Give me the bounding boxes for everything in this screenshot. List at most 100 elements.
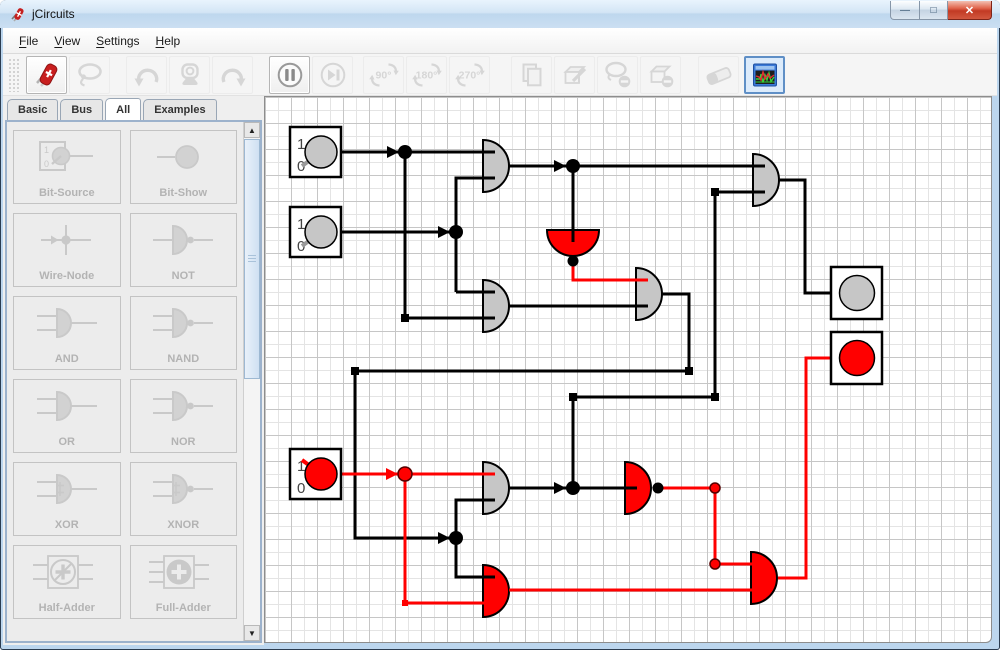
wire-node[interactable] [711, 393, 719, 401]
wire-node[interactable] [685, 367, 693, 375]
palette-item-nor[interactable]: NOR [130, 379, 238, 453]
scrollbar-thumb[interactable] [244, 139, 260, 379]
palette-item-half-adder[interactable]: Half-Adder [13, 545, 121, 619]
nand-icon [143, 301, 223, 345]
palette-item-label: Bit-Show [131, 187, 237, 199]
wire-arrow [387, 146, 399, 158]
oscilloscope-button[interactable] [744, 56, 785, 94]
eraser-button[interactable] [698, 56, 739, 94]
menu-settings[interactable]: Settings [88, 30, 147, 52]
bit-source-icon: 1 0 [27, 135, 107, 179]
camera-button[interactable] [169, 56, 210, 94]
wire-node[interactable] [711, 188, 719, 196]
svg-text:0: 0 [44, 159, 49, 169]
wire-node[interactable] [566, 481, 580, 495]
rotate-90-button[interactable]: 90° [363, 56, 404, 94]
tab-basic[interactable]: Basic [7, 99, 58, 121]
lasso-button[interactable] [69, 56, 110, 94]
palette-item-bit-source[interactable]: 1 0 Bit-Source [13, 130, 121, 204]
component-edit-button[interactable] [554, 56, 595, 94]
sidebar-tabs: BasicBusAllExamples [7, 98, 219, 120]
menu-file[interactable]: File [11, 30, 46, 52]
circuit-canvas[interactable]: 10 10 10 [264, 96, 992, 643]
lasso-remove-button[interactable] [597, 56, 638, 94]
or-icon [27, 384, 107, 428]
titlebar[interactable]: jCircuits —□✕ [0, 0, 1000, 28]
wire-node[interactable] [402, 600, 408, 606]
swiss-knife-button[interactable] [26, 56, 67, 94]
inverter-bubble [653, 483, 664, 494]
palette-item-and[interactable]: AND [13, 296, 121, 370]
component-remove-button[interactable] [640, 56, 681, 94]
redo-icon [218, 60, 248, 90]
menu-view[interactable]: View [46, 30, 88, 52]
wire[interactable] [573, 192, 765, 488]
wire-node[interactable] [449, 531, 463, 545]
wire-arrow [554, 160, 566, 172]
gate-xor-a-bot[interactable] [483, 280, 509, 332]
scroll-down-button[interactable]: ▼ [244, 625, 260, 641]
palette-item-bit-show[interactable]: Bit-Show [130, 130, 238, 204]
half-adder-icon [27, 550, 107, 594]
copy-button[interactable] [511, 56, 552, 94]
bit-source-1[interactable]: 10 [290, 127, 341, 177]
gate-and-b-bot[interactable] [483, 565, 509, 617]
wire-node[interactable] [710, 559, 720, 569]
wire-node[interactable] [569, 393, 577, 401]
minimize-button[interactable]: — [890, 1, 920, 20]
gate-xor-b-top[interactable] [483, 462, 509, 514]
maximize-button[interactable]: □ [920, 1, 948, 20]
bit-show-icon [143, 135, 223, 179]
palette-item-wire-node[interactable]: Wire-Node [13, 213, 121, 287]
svg-text:1: 1 [297, 136, 305, 153]
undo-button[interactable] [126, 56, 167, 94]
full-adder-icon [143, 550, 223, 594]
palette-item-not[interactable]: NOT [130, 213, 238, 287]
palette-item-label: Half-Adder [14, 602, 120, 614]
palette-item-or[interactable]: OR [13, 379, 121, 453]
scroll-up-button[interactable]: ▲ [244, 122, 260, 138]
bit-show-1 [831, 267, 882, 319]
step-button[interactable] [312, 56, 353, 94]
palette-scrollbar[interactable]: ▲ ▼ [243, 122, 260, 641]
gate-and-mid[interactable] [636, 268, 662, 320]
bit-source-2[interactable]: 10 [290, 207, 341, 257]
xor-icon [27, 467, 107, 511]
gate-or-out-bot[interactable] [751, 552, 777, 604]
wire[interactable] [659, 488, 763, 564]
pause-button[interactable] [269, 56, 310, 94]
palette-item-full-adder[interactable]: Full-Adder [130, 545, 238, 619]
wire-node[interactable] [401, 314, 409, 322]
tab-bus[interactable]: Bus [60, 99, 103, 121]
palette-item-nand[interactable]: NAND [130, 296, 238, 370]
oscilloscope-icon [750, 60, 780, 90]
gate-and-out-top[interactable] [753, 154, 779, 206]
wire-node[interactable] [398, 145, 412, 159]
rotate-90-icon: 90° [369, 60, 399, 90]
tab-all[interactable]: All [105, 98, 141, 120]
palette-item-xor[interactable]: XOR [13, 462, 121, 536]
gate-xor-a-top[interactable] [483, 140, 509, 192]
toolbar: 90° 180° 270° [3, 54, 997, 96]
nor-icon [143, 384, 223, 428]
wire-node[interactable] [566, 159, 580, 173]
toolbar-separator [111, 56, 125, 94]
content-area: BasicBusAllExamples 1 0 Bit-Source Bit-S… [3, 96, 997, 645]
wire[interactable] [778, 358, 831, 578]
bit-source-3[interactable]: 10 [290, 449, 341, 499]
wire-node[interactable] [449, 225, 463, 239]
pause-icon [275, 60, 305, 90]
palette-item-label: XNOR [131, 519, 237, 531]
wire[interactable] [779, 180, 831, 293]
palette-item-xnor[interactable]: XNOR [130, 462, 238, 536]
wire-node[interactable] [398, 467, 412, 481]
rotate-180-button[interactable]: 180° [406, 56, 447, 94]
toolbar-drag-grip[interactable] [8, 58, 20, 92]
close-button[interactable]: ✕ [948, 1, 992, 20]
redo-button[interactable] [212, 56, 253, 94]
wire-node[interactable] [351, 367, 359, 375]
menu-help[interactable]: Help [148, 30, 189, 52]
tab-examples[interactable]: Examples [143, 99, 216, 121]
rotate-270-button[interactable]: 270° [449, 56, 490, 94]
wire-node[interactable] [710, 483, 720, 493]
